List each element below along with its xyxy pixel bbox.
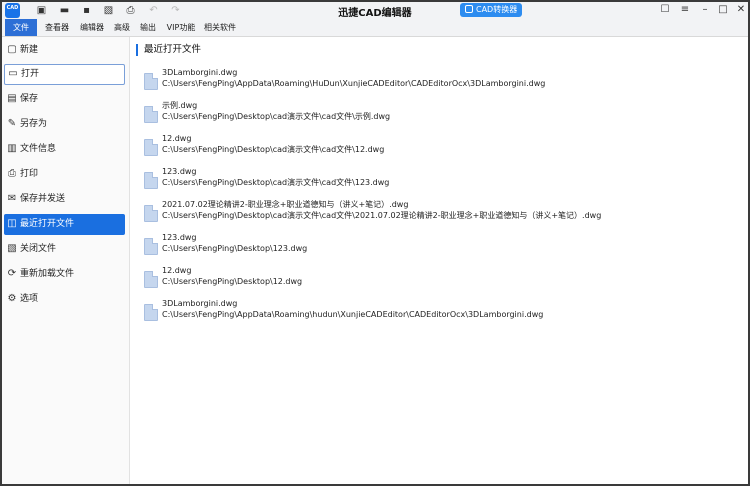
title-bar: CAD ▣ ▬ ▪ ▧ ⎙ ↶ ↷ 迅捷CAD编辑器 CAD转换器 ☐ ≡ – … bbox=[2, 2, 748, 19]
file-path: C:\Users\FengPing\AppData\Roaming\hudun\… bbox=[162, 310, 544, 319]
sidebar-item-label: 保存 bbox=[20, 94, 39, 104]
file-path: C:\Users\FengPing\Desktop\123.dwg bbox=[162, 244, 308, 253]
sidebar-item-print[interactable]: ⎙ 打印 bbox=[4, 164, 125, 185]
file-path: C:\Users\FengPing\AppData\Roaming\HuDun\… bbox=[162, 79, 546, 88]
menu-advanced[interactable]: 高级 bbox=[113, 19, 131, 36]
sidebar-item-label: 重新加载文件 bbox=[20, 269, 75, 279]
menu-viewer[interactable]: 查看器 bbox=[43, 19, 71, 36]
sidebar-item-label: 另存为 bbox=[20, 119, 48, 129]
sidebar-item-save-send[interactable]: ✉ 保存并发送 bbox=[4, 189, 125, 210]
recent-file-item[interactable]: 示例.dwg C:\Users\FengPing\Desktop\cad演示文件… bbox=[144, 100, 744, 126]
file-info-icon: ▥ bbox=[7, 143, 17, 154]
menu-output[interactable]: 输出 bbox=[139, 19, 157, 36]
menu-icon[interactable]: ≡ bbox=[679, 4, 691, 16]
file-sidebar: ▢ 新建 ▭ 打开 ▤ 保存 ✎ 另存为 ▥ 文件信息 ⎙ 打印 ✉ 保存并发送 ◫ 最近打开文… bbox=[2, 37, 130, 484]
sidebar-item-label: 新建 bbox=[20, 45, 39, 55]
sidebar-item-label: 打开 bbox=[21, 69, 40, 79]
dwg-file-icon bbox=[144, 205, 158, 222]
print-icon: ⎙ bbox=[8, 168, 16, 179]
new-document-icon[interactable]: ▣ bbox=[35, 4, 48, 17]
menu-related-software[interactable]: 相关软件 bbox=[203, 19, 237, 36]
menu-bar: 文件 查看器 编辑器 高级 输出 VIP功能 相关软件 bbox=[2, 19, 748, 37]
dwg-file-icon bbox=[144, 73, 158, 90]
converter-icon bbox=[465, 5, 473, 13]
sidebar-item-label: 最近打开文件 bbox=[20, 219, 75, 229]
sidebar-item-label: 保存并发送 bbox=[20, 194, 66, 204]
recent-file-item[interactable]: 123.dwg C:\Users\FengPing\Desktop\123.dw… bbox=[144, 232, 744, 258]
dwg-file-icon bbox=[144, 172, 158, 189]
cad-converter-button[interactable]: CAD转换器 bbox=[460, 3, 522, 17]
undo-icon[interactable]: ↶ bbox=[147, 4, 160, 17]
save-icon: ▤ bbox=[7, 93, 17, 104]
minimize-icon[interactable]: – bbox=[699, 4, 711, 16]
recent-file-item[interactable]: 12.dwg C:\Users\FengPing\Desktop\cad演示文件… bbox=[144, 133, 744, 159]
dwg-file-icon bbox=[144, 271, 158, 288]
sidebar-item-save[interactable]: ▤ 保存 bbox=[4, 89, 125, 110]
sidebar-item-reload-file[interactable]: ⟳ 重新加载文件 bbox=[4, 264, 125, 285]
save-send-icon: ✉ bbox=[7, 193, 17, 204]
maximize-icon[interactable]: □ bbox=[717, 4, 729, 16]
sidebar-item-open[interactable]: ▭ 打开 bbox=[4, 64, 125, 85]
recent-files-panel: 最近打开文件 3DLamborgini.dwg C:\Users\FengPin… bbox=[132, 37, 746, 484]
menu-editor[interactable]: 编辑器 bbox=[78, 19, 106, 36]
print-icon[interactable]: ⎙ bbox=[124, 4, 137, 17]
new-file-icon: ▢ bbox=[7, 44, 17, 55]
dwg-file-icon bbox=[144, 304, 158, 321]
export-pdf-icon[interactable]: ▧ bbox=[102, 4, 115, 17]
sidebar-item-label: 文件信息 bbox=[20, 144, 57, 154]
file-path: C:\Users\FengPing\Desktop\cad演示文件\cad文件\… bbox=[162, 211, 602, 220]
dwg-file-icon bbox=[144, 106, 158, 123]
sidebar-item-save-as[interactable]: ✎ 另存为 bbox=[4, 114, 125, 135]
feedback-icon[interactable]: ☐ bbox=[659, 4, 671, 16]
menu-file[interactable]: 文件 bbox=[5, 19, 37, 36]
save-as-icon: ✎ bbox=[7, 118, 17, 129]
dwg-file-icon bbox=[144, 139, 158, 156]
sidebar-item-label: 打印 bbox=[20, 169, 39, 179]
reload-file-icon: ⟳ bbox=[7, 268, 17, 279]
app-logo: CAD bbox=[5, 3, 20, 18]
recent-file-item[interactable]: 123.dwg C:\Users\FengPing\Desktop\cad演示文… bbox=[144, 166, 744, 192]
gear-icon: ⚙ bbox=[7, 293, 17, 304]
sidebar-item-label: 关闭文件 bbox=[20, 244, 57, 254]
recent-file-item[interactable]: 2021.07.02理论精讲2-职业理念+职业道德知与（讲义+笔记）.dwg C… bbox=[144, 199, 744, 225]
close-file-icon: ▧ bbox=[7, 243, 17, 254]
sidebar-item-label: 选项 bbox=[20, 294, 39, 304]
sidebar-item-file-info[interactable]: ▥ 文件信息 bbox=[4, 139, 125, 160]
file-path: C:\Users\FengPing\Desktop\cad演示文件\cad文件\… bbox=[162, 145, 385, 154]
section-title: 最近打开文件 bbox=[136, 44, 201, 56]
dwg-file-icon bbox=[144, 238, 158, 255]
converter-label: CAD转换器 bbox=[476, 5, 518, 14]
open-folder-icon: ▭ bbox=[8, 68, 18, 79]
recent-file-item[interactable]: 3DLamborgini.dwg C:\Users\FengPing\AppDa… bbox=[144, 298, 744, 324]
open-folder-icon[interactable]: ▬ bbox=[58, 4, 71, 17]
file-path: C:\Users\FengPing\Desktop\12.dwg bbox=[162, 277, 303, 286]
menu-vip[interactable]: VIP功能 bbox=[166, 19, 196, 36]
sidebar-item-close-file[interactable]: ▧ 关闭文件 bbox=[4, 239, 125, 260]
sidebar-item-new[interactable]: ▢ 新建 bbox=[4, 40, 125, 61]
file-path: C:\Users\FengPing\Desktop\cad演示文件\cad文件\… bbox=[162, 112, 391, 121]
recent-file-item[interactable]: 12.dwg C:\Users\FengPing\Desktop\12.dwg bbox=[144, 265, 744, 291]
redo-icon[interactable]: ↷ bbox=[169, 4, 182, 17]
close-icon[interactable]: ✕ bbox=[735, 4, 747, 16]
recent-files-icon: ◫ bbox=[7, 218, 17, 229]
file-path: C:\Users\FengPing\Desktop\cad演示文件\cad文件\… bbox=[162, 178, 390, 187]
sidebar-item-recent-files[interactable]: ◫ 最近打开文件 bbox=[4, 214, 125, 235]
app-window: CAD ▣ ▬ ▪ ▧ ⎙ ↶ ↷ 迅捷CAD编辑器 CAD转换器 ☐ ≡ – … bbox=[0, 0, 750, 486]
recent-file-item[interactable]: 3DLamborgini.dwg C:\Users\FengPing\AppDa… bbox=[144, 67, 744, 93]
save-icon[interactable]: ▪ bbox=[80, 4, 93, 17]
sidebar-item-options[interactable]: ⚙ 选项 bbox=[4, 289, 125, 310]
